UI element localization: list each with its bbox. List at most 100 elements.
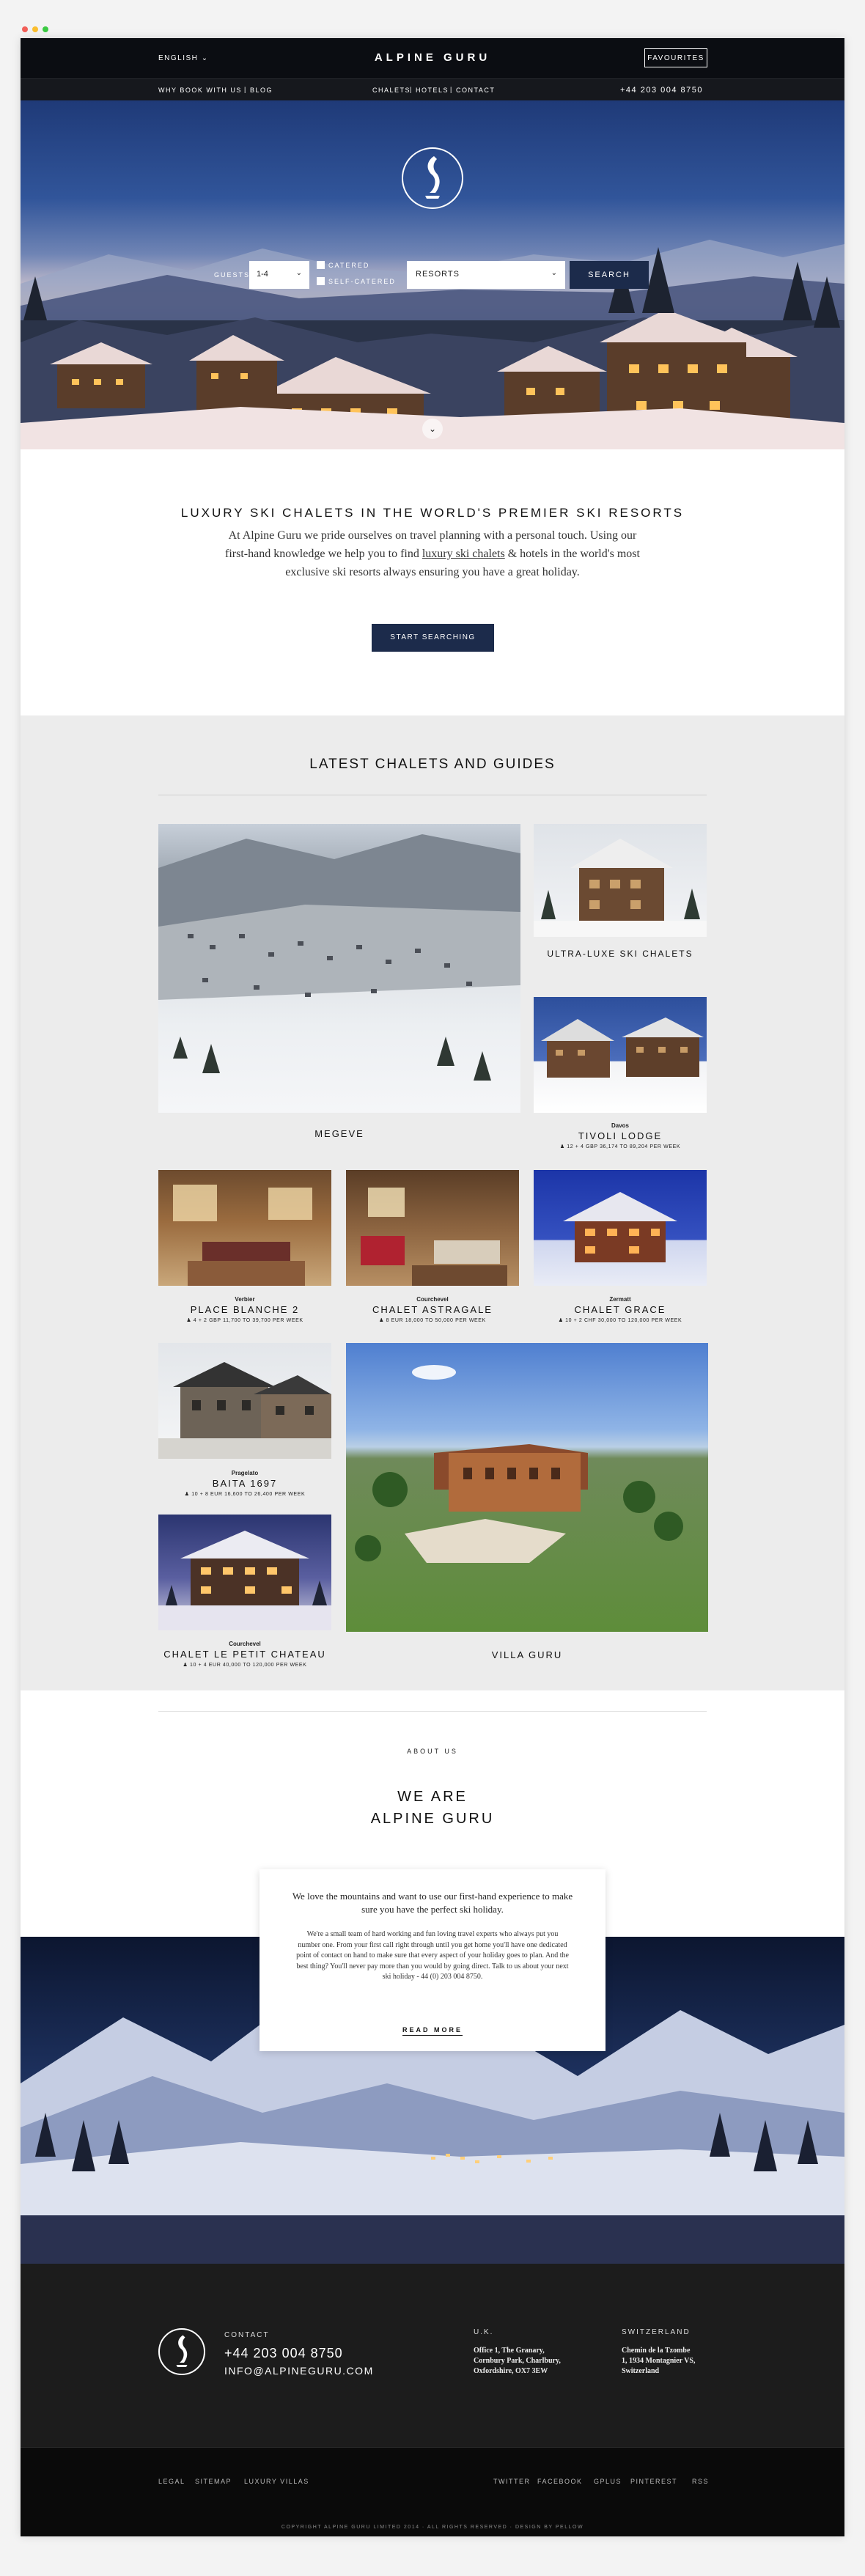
resort-select[interactable]: RESORTS ⌄ [407, 261, 565, 289]
address-line: 1, 1934 Montagnier VS, [622, 2357, 696, 2365]
close-window-dot[interactable] [22, 26, 28, 32]
address-line: Switzerland [622, 2367, 660, 2375]
about-title-line: WE ARE [397, 1789, 468, 1805]
read-more-label: READ MORE [402, 2026, 463, 2036]
guests-icon: ♟ [186, 1318, 192, 1323]
divider [158, 1711, 707, 1712]
baita-1697-image[interactable] [158, 1343, 331, 1459]
site-brand[interactable]: ALPINE GURU [21, 51, 844, 64]
place-blanche-image[interactable] [158, 1170, 331, 1286]
nav-divider: | [244, 86, 247, 93]
sub-navigation: WHY BOOK WITH US | BLOG CHALETS | HOTELS… [21, 78, 844, 101]
megeve-image[interactable] [158, 824, 520, 1113]
footer-phone[interactable]: +44 203 004 8750 [224, 2346, 343, 2361]
footer-email[interactable]: INFO@ALPINEGURU.COM [224, 2365, 374, 2377]
contact-label: CONTACT [224, 2331, 270, 2339]
latest-title: LATEST CHALETS AND GUIDES [309, 757, 556, 772]
card-title[interactable]: TIVOLI LODGE [534, 1130, 707, 1141]
about-card: We love the mountains and want to use ou… [260, 1869, 606, 2051]
le-petit-chateau-image[interactable] [158, 1515, 331, 1630]
intro-text: At Alpine Guru we pride ourselves on tra… [220, 526, 645, 581]
chalet-astragale-image[interactable] [346, 1170, 519, 1286]
card-meta-text: 4 + 2 GBP 11,700 TO 39,700 PER WEEK [193, 1318, 303, 1323]
top-navigation: ENGLISH ⌄ ALPINE GURU FAVOURITES [21, 38, 844, 78]
maximize-window-dot[interactable] [43, 26, 48, 32]
switzerland-label: SWITZERLAND [622, 2328, 691, 2336]
alpine-guru-logo[interactable] [402, 147, 463, 209]
footer-link-gplus[interactable]: GPLUS [594, 2478, 622, 2485]
search-button[interactable]: SEARCH [570, 261, 649, 289]
guests-select[interactable]: 1-4 ⌄ [249, 261, 309, 289]
guests-value: 1-4 [257, 270, 268, 279]
switzerland-address: Chemin de la Tzombe 1, 1934 Montagnier V… [622, 2346, 695, 2377]
favourites-button[interactable]: FAVOURITES [644, 48, 707, 67]
card-meta-text: 8 EUR 18,000 TO 50,000 PER WEEK [386, 1318, 486, 1323]
card-meta-text: 12 + 4 GBP 36,174 TO 89,204 PER WEEK [567, 1144, 681, 1149]
browser-chrome [0, 0, 865, 35]
footer-link-facebook[interactable]: FACEBOOK [537, 2478, 583, 2485]
card-title[interactable]: VILLA GURU [346, 1649, 708, 1660]
card-meta: ♟ 10 + 8 EUR 16,600 TO 26,400 PER WEEK [158, 1491, 331, 1497]
start-searching-button[interactable]: START SEARCHING [372, 624, 494, 652]
card-meta: ♟ 10 + 2 CHF 30,000 TO 120,000 PER WEEK [534, 1317, 707, 1323]
card-title[interactable]: PLACE BLANCHE 2 [158, 1304, 331, 1315]
about-label: ABOUT US [407, 1748, 458, 1755]
footer-link-rss[interactable]: RSS [692, 2478, 709, 2485]
about-title: WE ARE ALPINE GURU [21, 1786, 844, 1830]
footer-link-sitemap[interactable]: SITEMAP [195, 2478, 232, 2485]
nav-chalets[interactable]: CHALETS [372, 87, 411, 94]
catered-checkbox[interactable]: CATERED [317, 261, 370, 272]
checkbox-checked-icon[interactable] [317, 261, 325, 270]
guests-icon: ♟ [558, 1318, 564, 1323]
footer-link-legal[interactable]: LEGAL [158, 2478, 185, 2485]
card-meta: ♟ 4 + 2 GBP 11,700 TO 39,700 PER WEEK [158, 1317, 331, 1323]
hero-banner: GUESTS 1-4 ⌄ CATERED SELF-CATERED RESORT… [21, 100, 844, 449]
guests-icon: ♟ [183, 1663, 188, 1668]
card-title[interactable]: BAITA 1697 [158, 1478, 331, 1489]
chalet-grace-image[interactable] [534, 1170, 707, 1286]
card-title[interactable]: CHALET LE PETIT CHATEAU [158, 1649, 331, 1660]
checkbox-icon[interactable] [317, 277, 325, 286]
card-meta-text: 10 + 8 EUR 16,600 TO 26,400 PER WEEK [191, 1492, 306, 1497]
card-meta: ♟ 12 + 4 GBP 36,174 TO 89,204 PER WEEK [534, 1144, 707, 1149]
latest-section: LATEST CHALETS AND GUIDES MEGEVE ULTRA-L… [21, 715, 844, 1690]
guests-icon: ♟ [184, 1492, 190, 1497]
about-title-line: ALPINE GURU [370, 1811, 495, 1827]
luxury-chalets-link[interactable]: luxury ski chalets [422, 548, 505, 560]
card-meta-text: 10 + 2 CHF 30,000 TO 120,000 PER WEEK [565, 1318, 682, 1323]
nav-why-book[interactable]: WHY BOOK WITH US [158, 87, 242, 94]
footer-link-twitter[interactable]: TWITTER [493, 2478, 531, 2485]
divider [21, 2447, 844, 2448]
alpine-guru-logo[interactable] [158, 2328, 205, 2375]
footer: CONTACT +44 203 004 8750 INFO@ALPINEGURU… [21, 2264, 844, 2447]
card-meta-text: 10 + 4 EUR 40,000 TO 120,000 PER WEEK [189, 1663, 307, 1668]
villa-guru-image[interactable] [346, 1343, 708, 1632]
nav-hotels[interactable]: HOTELS [416, 87, 449, 94]
address-line: Oxfordshire, OX7 3EW [474, 2367, 548, 2375]
card-title[interactable]: CHALET ASTRAGALE [346, 1304, 519, 1315]
self-catered-checkbox[interactable]: SELF-CATERED [317, 277, 396, 288]
scroll-down-icon[interactable]: ⌄ [422, 419, 443, 439]
resort-value: RESORTS [416, 270, 460, 279]
chevron-down-icon: ⌄ [295, 269, 302, 277]
read-more-link[interactable]: READ MORE [260, 2026, 606, 2036]
nav-contact[interactable]: CONTACT [456, 87, 495, 94]
footer-link-luxury-villas[interactable]: LUXURY VILLAS [244, 2478, 309, 2485]
minimize-window-dot[interactable] [32, 26, 38, 32]
nav-blog[interactable]: BLOG [250, 87, 273, 94]
ultra-luxe-chalet-image[interactable] [534, 824, 707, 937]
header-phone[interactable]: +44 203 004 8750 [620, 86, 703, 95]
guests-icon: ♟ [559, 1144, 565, 1149]
intro-title: LUXURY SKI CHALETS IN THE WORLD'S PREMIE… [180, 506, 685, 520]
card-location: Pragelato [231, 1470, 259, 1476]
card-meta: ♟ 10 + 4 EUR 40,000 TO 120,000 PER WEEK [158, 1662, 331, 1668]
catered-label: CATERED [328, 262, 370, 269]
footer-link-pinterest[interactable]: PINTEREST [630, 2478, 677, 2485]
card-title[interactable]: MEGEVE [158, 1128, 520, 1139]
card-title[interactable]: CHALET GRACE [534, 1304, 707, 1315]
card-location: Courchevel [229, 1641, 261, 1647]
self-catered-label: SELF-CATERED [328, 278, 396, 285]
card-location: Courchevel [416, 1296, 449, 1303]
tivoli-lodge-image[interactable] [534, 997, 707, 1113]
card-title[interactable]: ULTRA-LUXE SKI CHALETS [534, 949, 707, 959]
